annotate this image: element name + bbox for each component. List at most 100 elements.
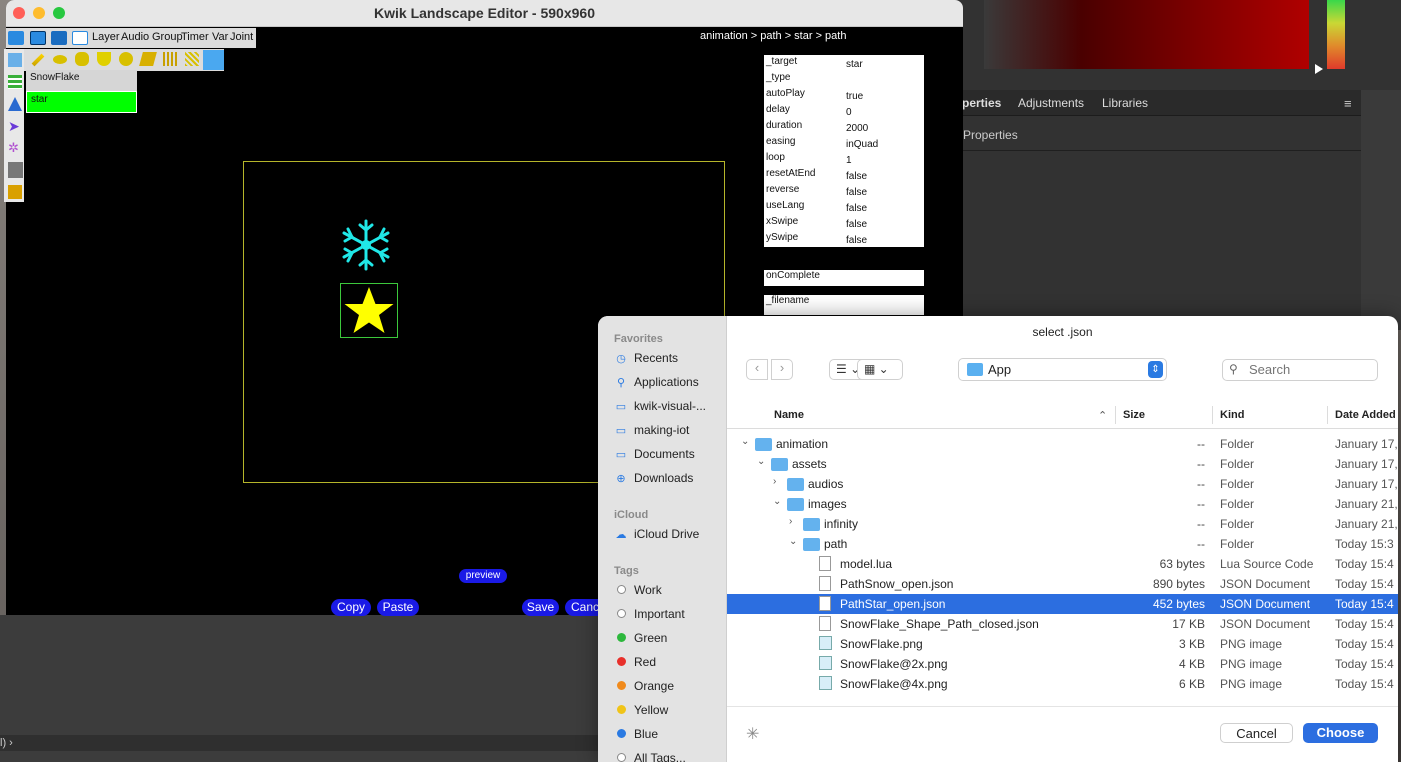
property-value[interactable]: 1 bbox=[846, 155, 852, 166]
menu-timer[interactable]: Timer bbox=[181, 31, 209, 43]
property-row[interactable]: _type bbox=[764, 72, 924, 88]
save-button[interactable]: Save bbox=[522, 599, 559, 616]
property-row[interactable]: resetAtEnd false bbox=[764, 168, 924, 184]
forward-button[interactable]: › bbox=[771, 359, 793, 380]
color-picker-field[interactable] bbox=[984, 0, 1309, 69]
trash-icon[interactable] bbox=[8, 185, 22, 199]
property-value[interactable]: 0 bbox=[846, 107, 852, 118]
tools-icon[interactable] bbox=[8, 162, 23, 178]
shield-icon[interactable] bbox=[97, 52, 111, 66]
coin-icon[interactable] bbox=[119, 52, 133, 66]
menu-group[interactable]: Group bbox=[152, 31, 183, 43]
grid-view-button[interactable]: ▦ ⌄ bbox=[857, 359, 903, 380]
column-kind[interactable]: Kind bbox=[1220, 409, 1244, 421]
cursor-icon[interactable]: ➤ bbox=[8, 119, 22, 133]
star-object[interactable] bbox=[340, 283, 398, 338]
menu-joint[interactable]: Joint bbox=[230, 31, 253, 43]
tag-item[interactable]: Green bbox=[614, 631, 667, 645]
sidebar-item[interactable]: ▭ making-iot bbox=[614, 423, 690, 437]
property-row[interactable]: ySwipe false bbox=[764, 232, 924, 248]
tag-item[interactable]: Red bbox=[614, 655, 656, 669]
on-complete-field[interactable]: onComplete bbox=[764, 270, 924, 286]
page-icon[interactable] bbox=[8, 53, 22, 67]
file-row[interactable]: PathStar_open.json 452 bytes JSON Document… bbox=[727, 594, 1398, 614]
property-row[interactable]: autoPlay true bbox=[764, 88, 924, 104]
layer-item-star[interactable]: star bbox=[26, 91, 137, 113]
file-row[interactable]: ⌄ images -- Folder January 21, bbox=[727, 494, 1398, 514]
menu-audio[interactable]: Audio bbox=[121, 31, 149, 43]
device-icon[interactable] bbox=[51, 31, 67, 45]
tab-adjustments[interactable]: Adjustments bbox=[1018, 96, 1084, 110]
tag-item[interactable]: Yellow bbox=[614, 703, 668, 717]
property-value[interactable]: star bbox=[846, 59, 863, 70]
property-row[interactable]: reverse false bbox=[764, 184, 924, 200]
sort-chevron-icon[interactable]: ⌃ bbox=[1098, 409, 1107, 422]
chevron-down-icon[interactable]: ⌄ bbox=[773, 496, 781, 507]
column-size[interactable]: Size bbox=[1123, 409, 1145, 421]
chevron-right-icon[interactable]: › bbox=[789, 516, 792, 527]
sidebar-item[interactable]: ☁ iCloud Drive bbox=[614, 527, 700, 541]
file-row[interactable]: model.lua 63 bytes Lua Source Code Today 15… bbox=[727, 554, 1398, 574]
sidebar-item[interactable]: ▭ Documents bbox=[614, 447, 695, 461]
eye-icon[interactable] bbox=[53, 55, 67, 64]
property-value[interactable]: false bbox=[846, 203, 867, 214]
chevron-down-icon[interactable]: ⌄ bbox=[789, 536, 797, 547]
property-row[interactable]: loop 1 bbox=[764, 152, 924, 168]
snowflake-object[interactable] bbox=[340, 219, 392, 271]
file-row[interactable]: › infinity -- Folder January 21, bbox=[727, 514, 1398, 534]
property-value[interactable]: false bbox=[846, 235, 867, 246]
file-row[interactable]: › audios -- Folder January 17, bbox=[727, 474, 1398, 494]
property-row[interactable]: duration 2000 bbox=[764, 120, 924, 136]
search-input[interactable] bbox=[1249, 362, 1374, 377]
panel-menu-icon[interactable]: ≡ bbox=[1344, 96, 1352, 111]
choose-button[interactable]: Choose bbox=[1303, 723, 1378, 743]
property-value[interactable]: true bbox=[846, 91, 863, 102]
sidebar-item[interactable]: ▭ kwik-visual-... bbox=[614, 399, 706, 413]
property-value[interactable]: false bbox=[846, 219, 867, 230]
list-icon[interactable] bbox=[8, 75, 22, 89]
file-row[interactable]: SnowFlake_Shape_Path_closed.json 17 KB JSO… bbox=[727, 614, 1398, 634]
tag-item[interactable]: Orange bbox=[614, 679, 674, 693]
file-row[interactable]: SnowFlake@2x.png 4 KB PNG image Today 15:4 bbox=[727, 654, 1398, 674]
column-name[interactable]: Name bbox=[774, 409, 804, 421]
tag-item[interactable]: Blue bbox=[614, 727, 658, 741]
hue-slider-handle[interactable] bbox=[1315, 64, 1323, 74]
layer-item-snowflake[interactable]: SnowFlake bbox=[26, 70, 137, 91]
tag-item[interactable]: All Tags... bbox=[614, 751, 686, 762]
property-row[interactable]: xSwipe false bbox=[764, 216, 924, 232]
sidebar-item[interactable]: ⚲ Applications bbox=[614, 375, 699, 389]
coins-icon[interactable] bbox=[75, 52, 89, 66]
property-row[interactable]: useLang false bbox=[764, 200, 924, 216]
tag-item[interactable]: Important bbox=[614, 607, 685, 621]
page-icon[interactable] bbox=[72, 31, 88, 45]
cloud-tool-icon[interactable] bbox=[203, 50, 224, 70]
tree-icon[interactable] bbox=[8, 97, 22, 111]
property-value[interactable]: false bbox=[846, 187, 867, 198]
tag-item[interactable]: Work bbox=[614, 583, 662, 597]
sidebar-item[interactable]: ⊕ Downloads bbox=[614, 471, 693, 485]
file-row[interactable]: ⌄ assets -- Folder January 17, bbox=[727, 454, 1398, 474]
select-arrows-icon[interactable]: ⇕ bbox=[1148, 361, 1163, 378]
file-row[interactable]: PathSnow_open.json 890 bytes JSON Document… bbox=[727, 574, 1398, 594]
chevron-down-icon[interactable]: ⌄ bbox=[757, 456, 765, 467]
file-row[interactable]: SnowFlake@4x.png 6 KB PNG image Today 15:4 bbox=[727, 674, 1398, 694]
back-button[interactable]: ‹ bbox=[746, 359, 768, 380]
property-value[interactable]: false bbox=[846, 171, 867, 182]
filename-field[interactable]: _filename bbox=[764, 295, 924, 315]
property-row[interactable]: easing inQuad bbox=[764, 136, 924, 152]
preview-button[interactable]: preview bbox=[459, 569, 507, 583]
menu-var[interactable]: Var bbox=[212, 31, 228, 43]
property-value[interactable]: inQuad bbox=[846, 139, 878, 150]
file-row[interactable]: ⌄ path -- Folder Today 15:3 bbox=[727, 534, 1398, 554]
column-date-added[interactable]: Date Added bbox=[1335, 409, 1396, 421]
pattern-icon[interactable] bbox=[185, 52, 199, 66]
copy-button[interactable]: Copy bbox=[331, 599, 371, 616]
cancel-button[interactable]: Cancel bbox=[1220, 723, 1293, 743]
gear-icon[interactable]: ✲ bbox=[8, 141, 22, 155]
tab-libraries[interactable]: Libraries bbox=[1102, 96, 1148, 110]
grid-icon[interactable] bbox=[30, 31, 46, 45]
menu-layer[interactable]: Layer bbox=[92, 31, 120, 43]
bars-icon[interactable] bbox=[163, 52, 177, 66]
property-value[interactable]: 2000 bbox=[846, 123, 868, 134]
property-row[interactable]: _target star bbox=[764, 56, 924, 72]
